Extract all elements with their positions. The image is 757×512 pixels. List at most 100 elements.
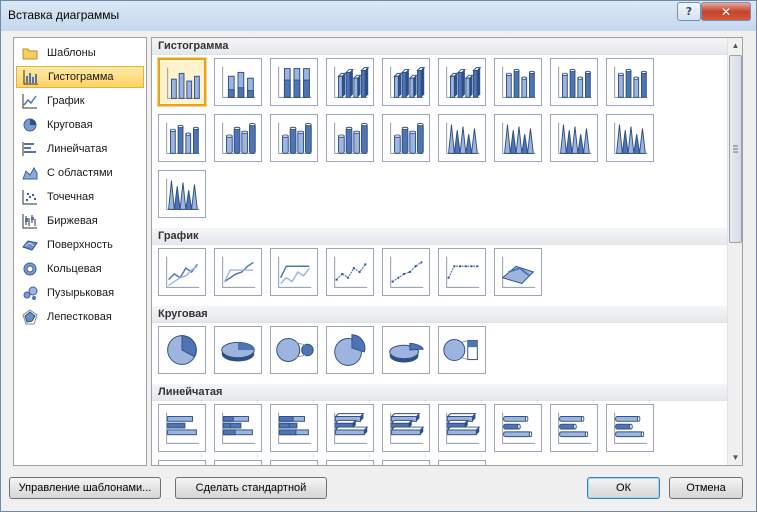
bar-chart-thumbnail-icon xyxy=(159,461,205,465)
column-chart-subtype-19[interactable] xyxy=(158,170,206,218)
surface-chart-icon xyxy=(22,237,38,253)
pie-chart-subtype-2[interactable] xyxy=(214,326,262,374)
sidebar-item-pie[interactable]: Круговая xyxy=(16,114,144,136)
sidebar-item-label: Гистограмма xyxy=(48,71,114,83)
set-default-button[interactable]: Сделать стандартной xyxy=(175,477,327,499)
bar-chart-subtype-2[interactable] xyxy=(214,404,262,452)
line-chart-subtype-1[interactable] xyxy=(158,248,206,296)
section-header-bar: Линейчатая xyxy=(152,384,727,401)
manage-templates-button[interactable]: Управление шаблонами... xyxy=(9,477,161,499)
sidebar-item-folder[interactable]: Шаблоны xyxy=(16,42,144,64)
area-chart-icon xyxy=(22,165,38,181)
bar-chart-subtype-14[interactable] xyxy=(382,460,430,465)
ok-button[interactable]: ОК xyxy=(587,477,660,499)
column-chart-subtype-7[interactable] xyxy=(494,58,542,106)
close-button[interactable]: ✕ xyxy=(701,2,751,21)
line-chart-thumbnail-icon xyxy=(222,256,256,288)
column-chart-subtype-15[interactable] xyxy=(438,114,486,162)
column-chart-subtype-3[interactable] xyxy=(270,58,318,106)
bar-chart-subtype-1[interactable] xyxy=(158,404,206,452)
sidebar-item-radar[interactable]: Лепестковая xyxy=(16,306,144,328)
bar-chart-subtype-10[interactable] xyxy=(158,460,206,465)
line-chart-subtype-3[interactable] xyxy=(270,248,318,296)
sidebar-item-area[interactable]: С областями xyxy=(16,162,144,184)
pie-chart-icon xyxy=(22,117,38,133)
column-chart-subtype-17[interactable] xyxy=(550,114,598,162)
sidebar-item-line[interactable]: График xyxy=(16,90,144,112)
pie-chart-subtype-1[interactable] xyxy=(158,326,206,374)
bar-chart-thumbnail-icon xyxy=(222,412,256,444)
column-chart-thumbnail-icon xyxy=(446,66,482,98)
gallery-content: ГистограммаГрафикКруговаяЛинейчатаяС обл… xyxy=(152,38,727,465)
chart-type-list: Шаблоны Гистограмма График Круговая Линейчат… xyxy=(13,37,147,466)
bar-chart-thumbnail-icon xyxy=(215,461,261,465)
pie-chart-subtype-5[interactable] xyxy=(382,326,430,374)
sidebar-item-surface[interactable]: Поверхность xyxy=(16,234,144,256)
column-chart-thumbnail-icon xyxy=(222,122,256,154)
pie-chart-thumbnail-icon xyxy=(167,335,197,365)
column-chart-subtype-4[interactable] xyxy=(326,58,374,106)
line-chart-subtype-2[interactable] xyxy=(214,248,262,296)
bar-chart-subtype-9[interactable] xyxy=(606,404,654,452)
scroll-up-icon[interactable]: ▲ xyxy=(728,38,742,53)
sidebar-item-column[interactable]: Гистограмма xyxy=(16,66,144,88)
sidebar-item-label: Круговая xyxy=(47,119,93,131)
bar-chart-subtype-11[interactable] xyxy=(214,460,262,465)
line-chart-thumbnail-icon xyxy=(390,256,424,288)
column-chart-subtype-11[interactable] xyxy=(214,114,262,162)
gallery-scrollbar[interactable]: ▲ ═ ═ ═ ▼ xyxy=(727,38,742,465)
column-chart-subtype-13[interactable] xyxy=(326,114,374,162)
pie-chart-subtype-3[interactable] xyxy=(270,326,318,374)
sidebar-item-label: Поверхность xyxy=(47,239,113,251)
bar-chart-subtype-12[interactable] xyxy=(270,460,318,465)
column-chart-subtype-14[interactable] xyxy=(382,114,430,162)
bar-chart-subtype-4[interactable] xyxy=(326,404,374,452)
bar-chart-thumbnail-icon xyxy=(558,412,592,444)
column-chart-subtype-1[interactable] xyxy=(158,58,206,106)
pie-chart-subtype-4[interactable] xyxy=(326,326,374,374)
sidebar-item-doughnut[interactable]: Кольцевая xyxy=(16,258,144,280)
sidebar-item-bar[interactable]: Линейчатая xyxy=(16,138,144,160)
column-chart-subtype-9[interactable] xyxy=(606,58,654,106)
line-chart-subtype-7[interactable] xyxy=(494,248,542,296)
scroll-down-icon[interactable]: ▼ xyxy=(728,450,742,465)
stock-chart-icon xyxy=(22,213,38,229)
bar-chart-subtype-3[interactable] xyxy=(270,404,318,452)
bar-chart-thumbnail-icon xyxy=(166,412,200,444)
column-chart-subtype-16[interactable] xyxy=(494,114,542,162)
bar-chart-subtype-8[interactable] xyxy=(550,404,598,452)
help-button[interactable]: ? xyxy=(677,2,701,21)
sidebar-item-bubble[interactable]: Пузырьковая xyxy=(16,282,144,304)
column-chart-thumbnail-icon xyxy=(278,122,312,154)
bar-chart-subtype-15[interactable] xyxy=(438,460,486,465)
line-chart-subtype-6[interactable] xyxy=(438,248,486,296)
bar-chart-thumbnail-icon xyxy=(334,412,369,444)
bar-chart-thumbnail-icon xyxy=(446,412,481,444)
column-chart-thumbnail-icon xyxy=(278,66,312,98)
line-chart-thumbnail-icon xyxy=(334,256,368,288)
cancel-button[interactable]: Отмена xyxy=(669,477,743,499)
column-chart-subtype-8[interactable] xyxy=(550,58,598,106)
column-chart-subtype-10[interactable] xyxy=(158,114,206,162)
column-chart-thumbnail-icon xyxy=(614,66,648,98)
column-chart-subtype-6[interactable] xyxy=(438,58,486,106)
column-chart-thumbnail-icon xyxy=(390,122,424,154)
section-header-column: Гистограмма xyxy=(152,38,727,55)
bubble-chart-icon xyxy=(22,285,38,301)
line-chart-subtype-4[interactable] xyxy=(326,248,374,296)
column-chart-subtype-12[interactable] xyxy=(270,114,318,162)
scroll-thumb[interactable]: ═ ═ ═ xyxy=(729,55,742,243)
column-chart-subtype-5[interactable] xyxy=(382,58,430,106)
line-chart-subtype-5[interactable] xyxy=(382,248,430,296)
sidebar-item-scatter[interactable]: Точечная xyxy=(16,186,144,208)
line-chart-thumbnail-icon xyxy=(501,256,536,288)
bar-chart-subtype-5[interactable] xyxy=(382,404,430,452)
pie-chart-subtype-6[interactable] xyxy=(438,326,486,374)
sidebar-item-stock[interactable]: Биржевая xyxy=(16,210,144,232)
bar-chart-subtype-6[interactable] xyxy=(438,404,486,452)
bar-chart-subtype-7[interactable] xyxy=(494,404,542,452)
column-chart-subtype-18[interactable] xyxy=(606,114,654,162)
bar-chart-icon xyxy=(22,141,38,157)
column-chart-subtype-2[interactable] xyxy=(214,58,262,106)
bar-chart-subtype-13[interactable] xyxy=(326,460,374,465)
